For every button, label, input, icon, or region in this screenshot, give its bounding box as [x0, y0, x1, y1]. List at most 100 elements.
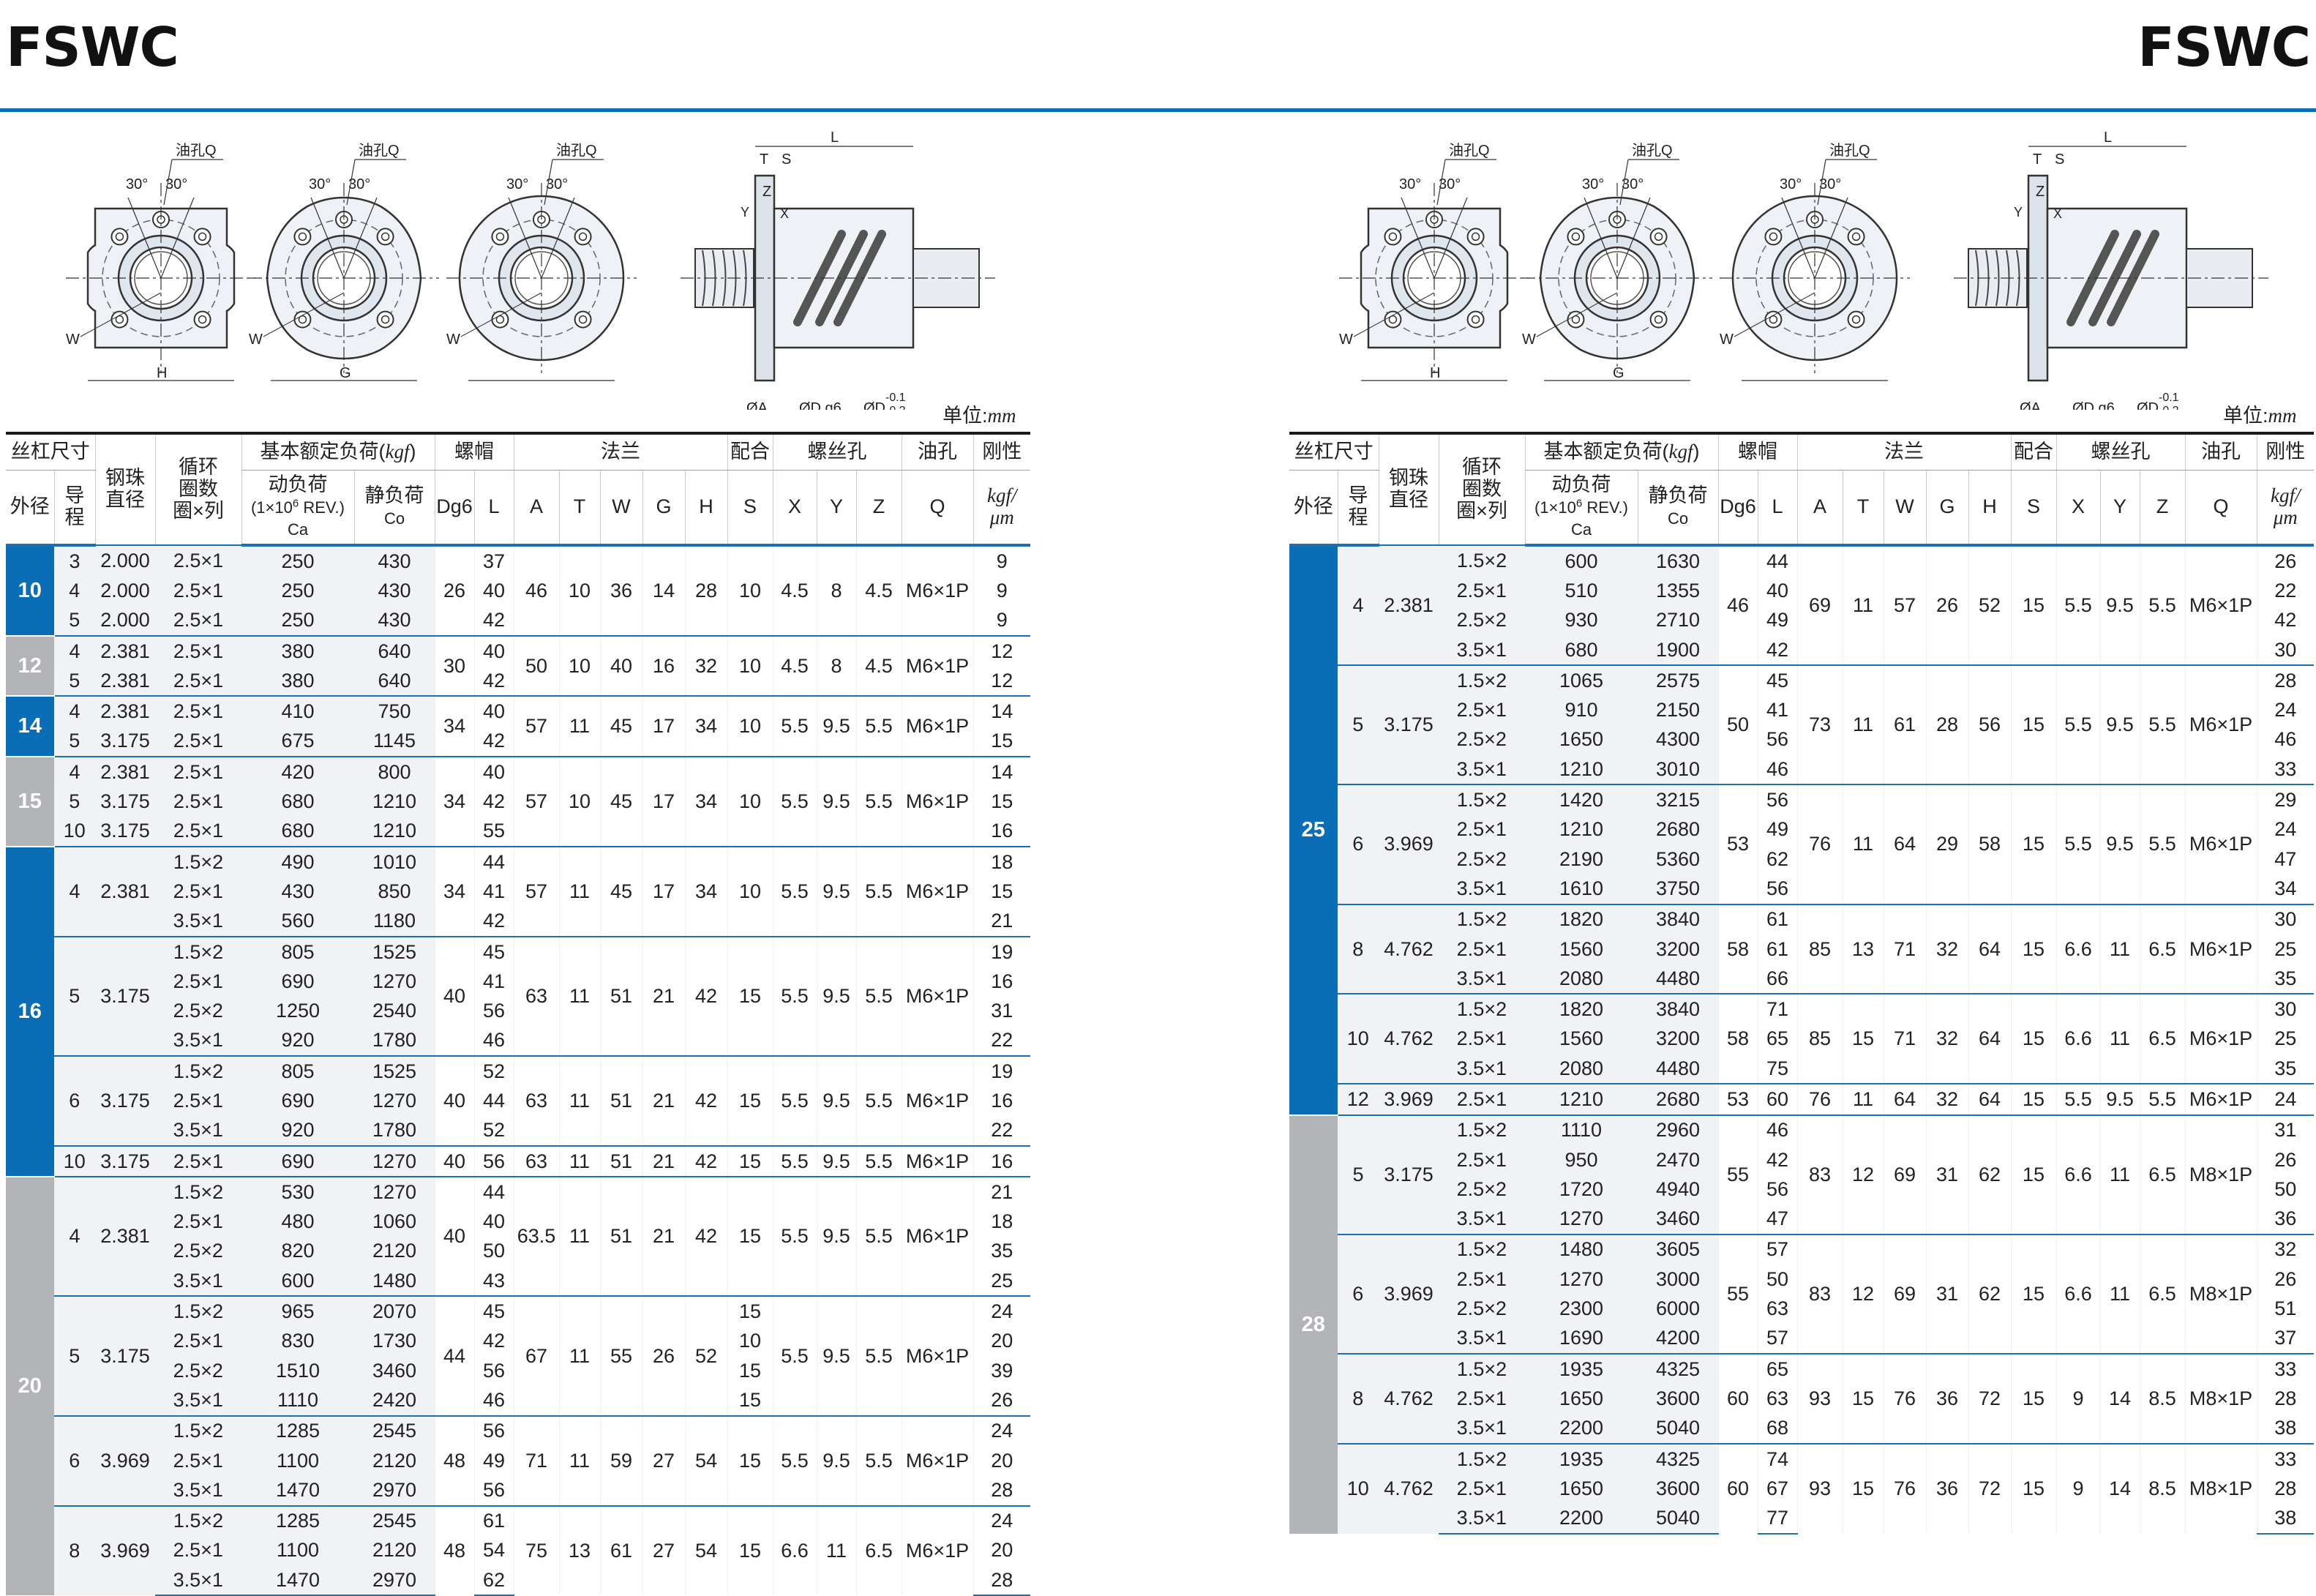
svg-text:W: W	[1522, 331, 1536, 348]
stiffness-cell: 24	[973, 1295, 1031, 1327]
bolt-z-cell: 5.5	[2139, 664, 2186, 785]
dyn-load-cell: 1935	[1524, 1442, 1638, 1475]
hdr-y: Y	[2099, 470, 2140, 547]
lead-cell: 4	[53, 1176, 95, 1297]
ball-dia-cell: 3.175	[94, 935, 155, 1057]
flange-t-cell: 15	[1842, 993, 1884, 1084]
circuits-cell: 2.5×1	[154, 787, 241, 817]
stat-load-cell: 6000	[1637, 1294, 1718, 1324]
nut-length-cell: 42	[1757, 634, 1797, 666]
ball-dia-cell: 4.762	[1378, 1353, 1439, 1444]
stiffness-cell: 35	[2256, 964, 2315, 994]
flange-h-cell: 62	[1968, 1233, 2011, 1355]
nut-length-cell: 46	[1757, 1114, 1797, 1145]
circuits-cell: 2.5×1	[155, 877, 241, 907]
hdr-stat: 静负荷 Co	[353, 470, 435, 547]
bolt-y-cell: 9.5	[816, 695, 856, 757]
circuits-cell: 1.5×2	[1438, 1233, 1525, 1265]
bolt-x-cell: 5.5	[2055, 544, 2100, 666]
outer-dia-cell: 28	[1289, 1114, 1338, 1534]
flange-h-cell: 34	[684, 845, 727, 937]
stat-load-cell: 1060	[353, 1207, 435, 1237]
table-row: 10 4.762 1.5×2 1820 3840 58 71 85 15 71 32 64 15 6.6 1…	[1289, 993, 2315, 1084]
nut-length-cell: 40	[473, 756, 514, 787]
circuits-cell: 2.5×1	[154, 666, 241, 697]
nut-length-cell: 40	[473, 576, 514, 606]
bolt-x-cell: 6.6	[2055, 903, 2100, 994]
dg6-cell: 55	[1717, 1114, 1758, 1235]
circuits-cell: 2.5×1	[1439, 576, 1525, 606]
dg6-cell: 58	[1717, 993, 1758, 1084]
stat-load-cell: 850	[353, 877, 435, 907]
dyn-load-cell: 1610	[1524, 874, 1638, 904]
stiffness-cell: 18	[973, 1207, 1031, 1237]
dyn-load-cell: 2300	[1524, 1294, 1638, 1324]
bolt-z-cell: 5.5	[2139, 544, 2186, 666]
nut-length-cell: 63	[1757, 1294, 1797, 1324]
nut-length-cell: 46	[473, 1025, 514, 1057]
flange-g-cell: 17	[642, 845, 685, 937]
dyn-load-cell: 1560	[1524, 1024, 1638, 1054]
flange-h-cell: 58	[1968, 784, 2011, 904]
stiffness-cell: 19	[973, 1055, 1031, 1087]
hdr-l: L	[1757, 470, 1797, 547]
nut-length-cell: 47	[1757, 1204, 1797, 1235]
nut-length-cell: 41	[473, 877, 514, 907]
nut-length-cell: 42	[473, 1326, 514, 1357]
svg-text:-0.1: -0.1	[2159, 391, 2179, 404]
hdr-fit: 配合	[2010, 432, 2056, 471]
dyn-load-cell: 1510	[241, 1356, 354, 1386]
dyn-load-cell: 680	[241, 816, 354, 847]
nut-length-cell: 56	[473, 1356, 514, 1386]
table-row: 6 3.175 1.5×2 805 1525 40 52 63 11 51 21 42 15 5.5 9.5…	[6, 1055, 1031, 1146]
table-row: 10 4.762 1.5×2 1935 4325 60 74 93 15 76 36 72 15 9 14 8…	[1289, 1442, 2315, 1534]
flange-t-cell: 15	[1842, 1353, 1884, 1444]
lead-cell: 10	[1338, 1442, 1379, 1534]
flange-t-cell: 13	[1842, 903, 1884, 994]
oil-q-cell: M6×1P	[901, 1144, 974, 1177]
hdr-oil: 油孔	[901, 432, 974, 471]
nut-length-cell: 57	[1757, 1233, 1797, 1265]
circuits-cell: 1.5×2	[1438, 544, 1525, 577]
stiffness-cell: 9	[973, 605, 1031, 636]
stiffness-cell: 22	[973, 1115, 1031, 1146]
stiffness-cell: 20	[973, 1535, 1031, 1566]
flange-a-cell: 93	[1796, 1442, 1843, 1534]
svg-text:油孔Q: 油孔Q	[359, 142, 400, 159]
stiffness-cell: 20	[973, 1445, 1031, 1476]
stat-load-cell: 1730	[353, 1326, 435, 1357]
circuits-cell: 2.5×1	[154, 756, 241, 787]
circuits-cell: 3.5×1	[1439, 1323, 1525, 1355]
oil-q-cell: M8×1P	[2184, 1233, 2257, 1355]
circuits-cell: 2.5×2	[155, 1236, 241, 1267]
bolt-x-cell: 9	[2055, 1442, 2100, 1534]
dyn-load-cell: 560	[241, 906, 354, 937]
ball-dia-cell: 2.381	[1378, 544, 1439, 666]
lead-cell: 12	[1338, 1083, 1379, 1115]
dyn-load-cell: 1650	[1524, 724, 1638, 755]
flange-t-cell: 11	[558, 695, 600, 757]
fit-s-cell: 15	[727, 1295, 773, 1327]
bolt-y-cell: 9.5	[816, 845, 856, 937]
ball-dia-cell: 3.175	[1378, 664, 1439, 785]
svg-text:ØD g6: ØD g6	[2072, 400, 2115, 410]
stiffness-cell: 25	[2256, 934, 2315, 964]
hdr-fit: 配合	[727, 432, 773, 471]
fit-s-cell: 15	[2010, 664, 2056, 785]
ball-dia-cell: 4.762	[1378, 993, 1439, 1084]
fit-s-cell: 10	[727, 845, 773, 937]
bolt-x-cell: 6.6	[2055, 1114, 2100, 1235]
ball-dia-cell: 3.969	[1378, 1233, 1439, 1355]
unit-label-right: 单位:mm	[2223, 405, 2297, 427]
flange-w-cell: 36	[599, 544, 642, 636]
flange-cut-view: 30° 30° 油孔Q W G	[249, 142, 439, 381]
bolt-x-cell: 4.5	[772, 634, 817, 697]
header-rule	[0, 108, 2316, 112]
dyn-load-cell: 1690	[1524, 1323, 1638, 1355]
hdr-q: Q	[901, 470, 974, 547]
ball-dia-cell: 3.175	[94, 1055, 155, 1146]
flange-h-cell: 72	[1968, 1442, 2011, 1534]
dyn-load-cell: 950	[1524, 1144, 1638, 1175]
dyn-load-cell: 1720	[1524, 1174, 1638, 1205]
stiffness-cell: 31	[2256, 1114, 2315, 1145]
